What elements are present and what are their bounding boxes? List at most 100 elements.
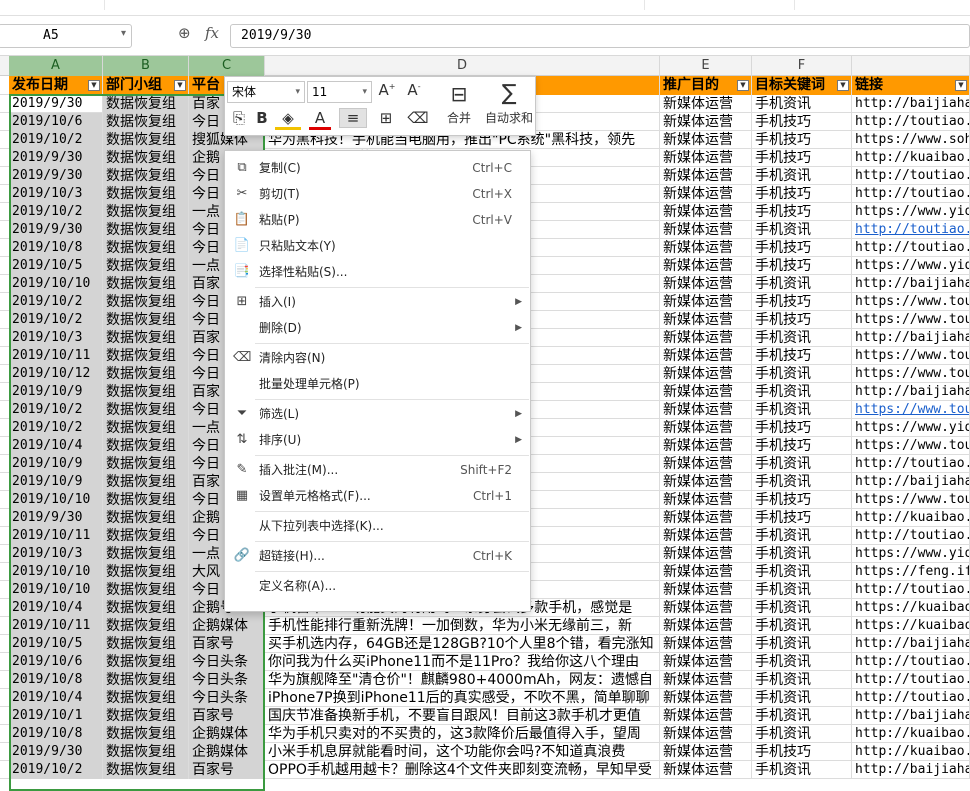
bold-button[interactable]: B: [253, 109, 271, 127]
table-cell[interactable]: 数据恢复组: [103, 707, 189, 725]
table-cell[interactable]: 2019/10/11: [9, 347, 103, 365]
table-cell[interactable]: 数据恢复组: [103, 473, 189, 491]
table-cell[interactable]: 2019/10/5: [9, 635, 103, 653]
table-cell[interactable]: 新媒体运营: [660, 113, 752, 131]
table-cell[interactable]: 2019/9/30: [9, 95, 103, 113]
table-cell[interactable]: 手机资讯: [752, 455, 852, 473]
menu-item-8[interactable]: 批量处理单元格(P): [225, 371, 530, 397]
table-cell[interactable]: 2019/10/9: [9, 383, 103, 401]
table-cell[interactable]: 2019/10/4: [9, 437, 103, 455]
table-cell[interactable]: https://kuaibao: [852, 599, 970, 617]
table-cell[interactable]: https://www.tou: [852, 437, 970, 455]
table-cell[interactable]: 新媒体运营: [660, 203, 752, 221]
table-cell[interactable]: http://toutiao.: [852, 581, 970, 599]
table-cell[interactable]: 数据恢复组: [103, 329, 189, 347]
table-cell[interactable]: https://www.tou: [852, 401, 970, 419]
menu-item-12[interactable]: ▦ 设置单元格格式(F)... Ctrl+1: [225, 483, 530, 509]
table-cell[interactable]: http://toutiao.: [852, 221, 970, 239]
font-size-select[interactable]: 11 ▾: [307, 81, 372, 103]
table-cell[interactable]: 2019/10/2: [9, 761, 103, 779]
table-cell[interactable]: 新媒体运营: [660, 509, 752, 527]
table-cell[interactable]: 数据恢复组: [103, 311, 189, 329]
table-cell[interactable]: 2019/10/2: [9, 293, 103, 311]
table-cell[interactable]: https://www.tou: [852, 347, 970, 365]
table-cell[interactable]: https://www.soh: [852, 131, 970, 149]
table-cell[interactable]: 手机性能排行重新洗牌！一加倒数，华为小米无缘前三，新: [265, 617, 660, 635]
table-cell[interactable]: http://toutiao.: [852, 671, 970, 689]
table-cell[interactable]: http://toutiao.: [852, 653, 970, 671]
table-cell[interactable]: 新媒体运营: [660, 473, 752, 491]
table-cell[interactable]: 新媒体运营: [660, 761, 752, 779]
table-cell[interactable]: http://kuaibao.: [852, 725, 970, 743]
font-color-icon[interactable]: A: [309, 109, 331, 130]
table-cell[interactable]: 2019/10/2: [9, 311, 103, 329]
table-cell[interactable]: 2019/10/10: [9, 563, 103, 581]
table-cell[interactable]: 数据恢复组: [103, 401, 189, 419]
table-cell[interactable]: 新媒体运营: [660, 239, 752, 257]
table-cell[interactable]: 2019/9/30: [9, 509, 103, 527]
table-cell[interactable]: 手机技巧: [752, 347, 852, 365]
table-cell[interactable]: 数据恢复组: [103, 545, 189, 563]
name-box[interactable]: A5 ▾: [0, 24, 132, 48]
table-cell[interactable]: http://toutiao.: [852, 455, 970, 473]
table-cell[interactable]: 新媒体运营: [660, 671, 752, 689]
column-header-a[interactable]: A: [9, 56, 103, 76]
border-icon[interactable]: ⊞: [373, 109, 399, 127]
table-cell[interactable]: http://baijiaha: [852, 95, 970, 113]
menu-item-6[interactable]: 删除(D) ▶: [225, 315, 530, 341]
table-cell[interactable]: 新媒体运营: [660, 149, 752, 167]
table-cell[interactable]: 新媒体运营: [660, 437, 752, 455]
table-cell[interactable]: http://baijiaha: [852, 761, 970, 779]
filter-dropdown-icon[interactable]: ▼: [174, 80, 186, 91]
menu-item-0[interactable]: ⧉ 复制(C) Ctrl+C: [225, 155, 530, 181]
table-cell[interactable]: 新媒体运营: [660, 275, 752, 293]
menu-item-3[interactable]: 📄 只粘贴文本(Y): [225, 233, 530, 259]
table-cell[interactable]: 2019/10/8: [9, 671, 103, 689]
table-cell[interactable]: 新媒体运营: [660, 419, 752, 437]
table-cell[interactable]: 新媒体运营: [660, 455, 752, 473]
table-cell[interactable]: 手机技巧: [752, 293, 852, 311]
table-cell[interactable]: 2019/10/10: [9, 491, 103, 509]
font-name-select[interactable]: 宋体 ▾: [227, 81, 305, 103]
menu-item-9[interactable]: ⏷ 筛选(L) ▶: [225, 401, 530, 427]
table-cell[interactable]: 数据恢复组: [103, 527, 189, 545]
table-cell[interactable]: 国庆节准备换新手机，不要盲目跟风！目前这3款手机才更值: [265, 707, 660, 725]
table-cell[interactable]: 手机资讯: [752, 383, 852, 401]
menu-item-11[interactable]: ✎ 插入批注(M)... Shift+F2: [225, 457, 530, 483]
table-cell[interactable]: 手机资讯: [752, 545, 852, 563]
table-cell[interactable]: 2019/9/30: [9, 149, 103, 167]
table-cell[interactable]: 今日头条: [189, 671, 265, 689]
increase-font-icon[interactable]: A+: [376, 81, 398, 99]
table-cell[interactable]: http://toutiao.: [852, 113, 970, 131]
table-cell[interactable]: 今日头条: [189, 653, 265, 671]
table-cell[interactable]: 新媒体运营: [660, 293, 752, 311]
table-cell[interactable]: http://kuaibao.: [852, 509, 970, 527]
table-cell[interactable]: 2019/10/2: [9, 203, 103, 221]
menu-item-5[interactable]: ⊞ 插入(I) ▶: [225, 289, 530, 315]
table-cell[interactable]: 新媒体运营: [660, 635, 752, 653]
table-cell[interactable]: 2019/10/9: [9, 473, 103, 491]
table-cell[interactable]: 数据恢复组: [103, 635, 189, 653]
zoom-icon[interactable]: ⊕: [178, 24, 191, 42]
menu-item-10[interactable]: ⇅ 排序(U) ▶: [225, 427, 530, 453]
table-cell[interactable]: 数据恢复组: [103, 221, 189, 239]
table-cell[interactable]: 手机技巧: [752, 257, 852, 275]
table-cell[interactable]: 数据恢复组: [103, 689, 189, 707]
table-cell[interactable]: 新媒体运营: [660, 383, 752, 401]
table-cell[interactable]: 数据恢复组: [103, 185, 189, 203]
table-cell[interactable]: 企鹅媒体: [189, 617, 265, 635]
header-cell[interactable]: 链接: [852, 76, 970, 95]
menu-item-7[interactable]: ⌫ 清除内容(N): [225, 345, 530, 371]
table-cell[interactable]: 2019/9/30: [9, 743, 103, 761]
table-cell[interactable]: 数据恢复组: [103, 599, 189, 617]
table-cell[interactable]: 数据恢复组: [103, 581, 189, 599]
table-cell[interactable]: 新媒体运营: [660, 347, 752, 365]
table-cell[interactable]: 数据恢复组: [103, 167, 189, 185]
table-cell[interactable]: https://www.yid: [852, 545, 970, 563]
table-cell[interactable]: 手机资讯: [752, 671, 852, 689]
table-cell[interactable]: http://baijiaha: [852, 329, 970, 347]
table-cell[interactable]: 2019/10/6: [9, 653, 103, 671]
table-cell[interactable]: 2019/10/8: [9, 239, 103, 257]
table-cell[interactable]: 手机资讯: [752, 329, 852, 347]
table-cell[interactable]: 手机资讯: [752, 365, 852, 383]
